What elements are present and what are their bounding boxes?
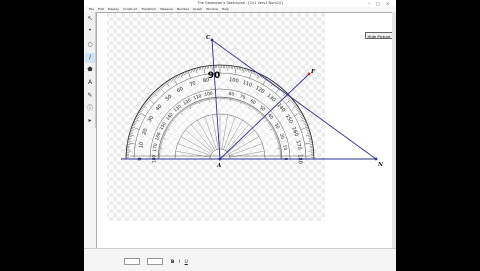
maximize-icon[interactable]: □: [376, 1, 380, 6]
app-window: The Geometer's Sketchpad - [Ch1 Vers1 Nu…: [84, 0, 396, 270]
toolbox: ↖ • ○ ∕ ⬟ A ✎ ⓘ ▸: [85, 12, 96, 128]
menu-measure[interactable]: Measure: [160, 7, 173, 11]
label-N: N: [377, 162, 384, 168]
point-tool-icon[interactable]: •: [85, 26, 95, 36]
marker-tool-icon[interactable]: ✎: [85, 91, 95, 101]
point-A: [219, 158, 222, 161]
menu-graph[interactable]: Graph: [193, 7, 202, 11]
hide-picture-button[interactable]: Hide Picture: [365, 32, 393, 39]
protractor-outer-label: 10: [138, 142, 145, 149]
window-title: The Geometer's Sketchpad - [Ch1 Vers1 Nu…: [84, 0, 396, 7]
straightedge-tool-icon[interactable]: ∕: [85, 53, 95, 63]
compass-tool-icon[interactable]: ○: [85, 40, 95, 50]
sketch-canvas[interactable]: 0180101702016030150401405013060120701108…: [96, 12, 393, 249]
menu-help[interactable]: Help: [222, 7, 229, 11]
menu-construct[interactable]: Construct: [123, 7, 138, 11]
sketch-drawing: 0180101702016030150401405013060120701108…: [97, 13, 393, 249]
text-tool-icon[interactable]: A: [85, 78, 95, 88]
information-tool-icon[interactable]: ⓘ: [85, 104, 95, 114]
vertical-scrollbar[interactable]: [392, 12, 396, 248]
point-C: [211, 39, 214, 42]
point-F: [308, 73, 311, 76]
font-size-box[interactable]: [147, 258, 163, 265]
menu-transform[interactable]: Transform: [141, 7, 156, 11]
arrow-tool-icon[interactable]: ↖: [85, 14, 95, 24]
menu-display[interactable]: Display: [108, 7, 119, 11]
custom-tool-icon[interactable]: ▸: [85, 116, 95, 126]
menu-edit[interactable]: Edit: [98, 7, 104, 11]
polygon-tool-icon[interactable]: ⬟: [85, 65, 95, 75]
title-bar: The Geometer's Sketchpad - [Ch1 Vers1 Nu…: [84, 0, 396, 7]
italic-button[interactable]: I: [179, 259, 180, 266]
close-icon[interactable]: ×: [386, 1, 389, 6]
bold-button[interactable]: B: [171, 259, 174, 266]
menu-number[interactable]: Number: [177, 7, 189, 11]
label-C: C: [206, 35, 211, 41]
underline-button[interactable]: U: [185, 259, 188, 266]
menu-file[interactable]: File: [89, 7, 94, 11]
menu-window[interactable]: Window: [206, 7, 218, 11]
minimize-icon[interactable]: –: [368, 1, 370, 6]
text-format-bar: B I U: [84, 248, 396, 271]
point-N: [375, 158, 378, 161]
label-A: A: [216, 163, 221, 169]
font-name-box[interactable]: [124, 258, 140, 265]
